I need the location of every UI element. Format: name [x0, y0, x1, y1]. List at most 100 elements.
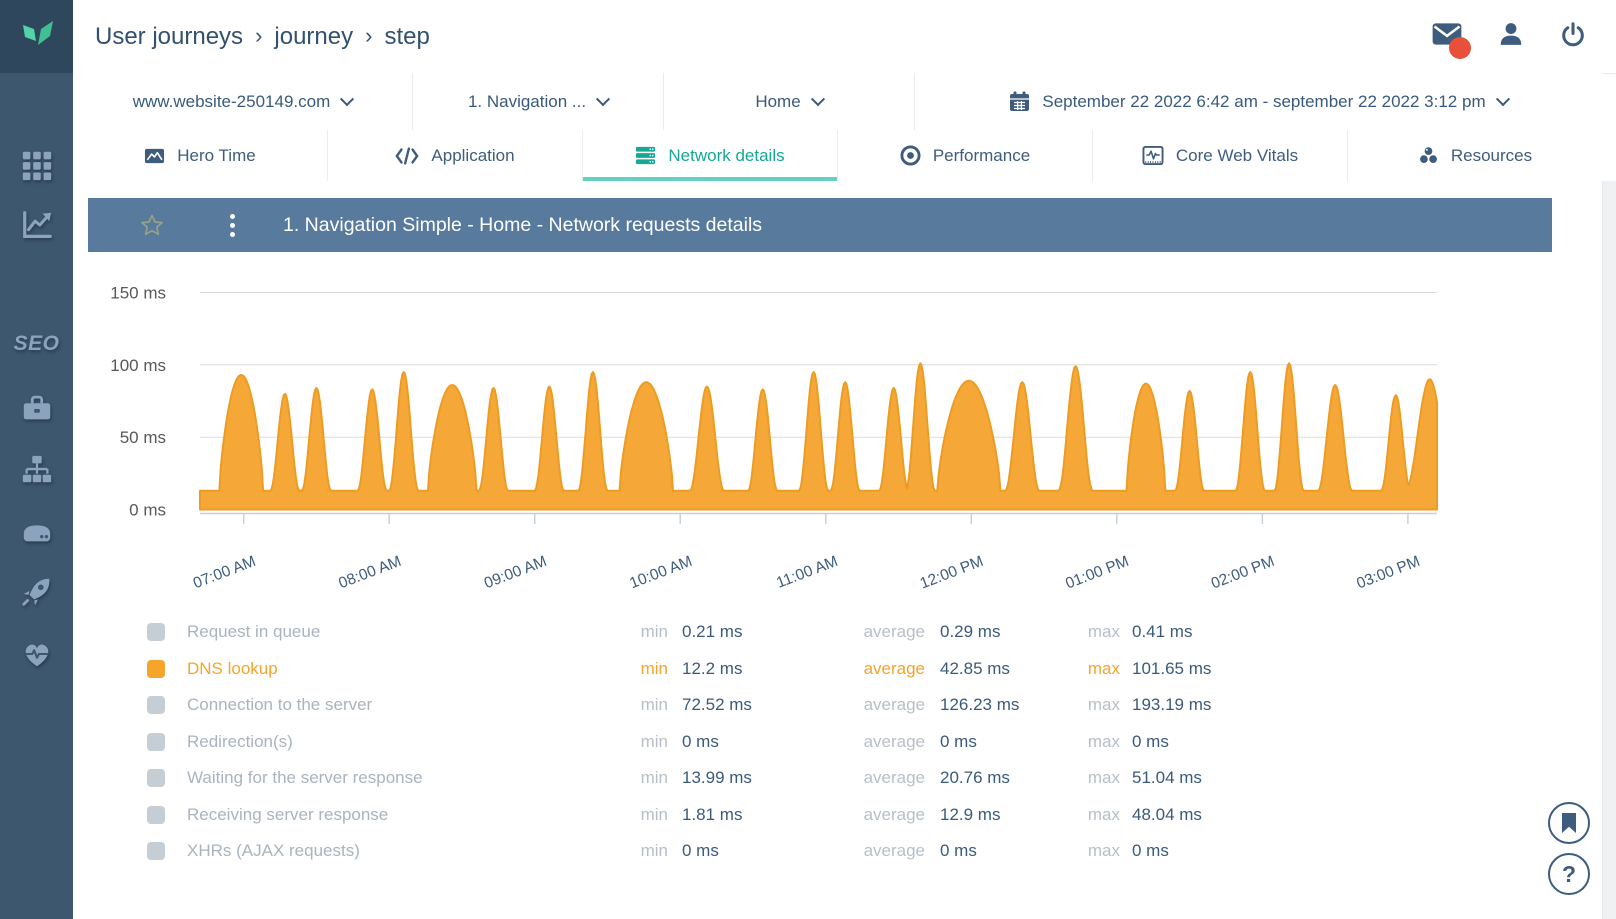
x-tick-label: 01:00 PM — [1063, 553, 1131, 593]
sidebar-item-health[interactable] — [0, 637, 73, 671]
code-icon — [395, 146, 419, 166]
max-label: max — [1060, 695, 1120, 715]
x-tick-label: 03:00 PM — [1354, 553, 1422, 593]
legend-row-request-in-queue: Request in queue min 0.21 ms average 0.2… — [73, 614, 1602, 651]
legend-swatch[interactable] — [147, 696, 165, 714]
legend-series-label[interactable]: Request in queue — [187, 622, 320, 642]
step-selector[interactable]: Home — [663, 73, 914, 130]
legend-swatch[interactable] — [147, 660, 165, 678]
scrollbar-track[interactable] — [1602, 181, 1616, 919]
legend-swatch[interactable] — [147, 733, 165, 751]
max-label: max — [1060, 841, 1120, 861]
average-label: average — [825, 695, 925, 715]
sidebar-item-sitemap[interactable] — [0, 453, 73, 487]
max-value: 48.04 ms — [1132, 805, 1202, 825]
journey-selector[interactable]: 1. Navigation ... — [412, 73, 663, 130]
legend-series-label[interactable]: DNS lookup — [187, 659, 278, 679]
x-tick-label: 09:00 AM — [482, 553, 549, 592]
legend-swatch[interactable] — [147, 769, 165, 787]
header: User journeys › journey › step — [73, 0, 1616, 74]
bookmark-button[interactable] — [1548, 802, 1590, 844]
tab-hero-time[interactable]: Hero Time — [73, 130, 327, 181]
sidebar-item-monitoring[interactable] — [0, 208, 73, 242]
min-value: 0 ms — [682, 841, 719, 861]
favorite-star-icon[interactable] — [140, 213, 164, 237]
min-value: 12.2 ms — [682, 659, 742, 679]
legend-series-label[interactable]: XHRs (AJAX requests) — [187, 841, 360, 861]
breadcrumb-user-journeys[interactable]: User journeys — [95, 23, 243, 51]
filter-bar: www.website-250149.com 1. Navigation ...… — [73, 73, 1602, 131]
average-value: 12.9 ms — [940, 805, 1000, 825]
sidebar-item-dashboards[interactable] — [0, 148, 73, 182]
tab-label: Hero Time — [177, 146, 255, 166]
max-value: 101.65 ms — [1132, 659, 1211, 679]
min-label: min — [598, 732, 668, 752]
breadcrumb-journey[interactable]: journey — [274, 23, 353, 51]
average-label: average — [825, 732, 925, 752]
min-label: min — [598, 805, 668, 825]
legend-series-label[interactable]: Redirection(s) — [187, 732, 293, 752]
notification-badge — [1449, 37, 1471, 59]
server-drive-icon — [20, 514, 54, 548]
website-selector[interactable]: www.website-250149.com — [73, 73, 412, 130]
help-button[interactable]: ? — [1548, 853, 1590, 895]
website-selector-value: www.website-250149.com — [133, 92, 330, 112]
legend-row-connection: Connection to the server min 72.52 ms av… — [73, 687, 1602, 724]
min-value: 0.21 ms — [682, 622, 742, 642]
min-label: min — [598, 768, 668, 788]
resources-cluster-icon — [1418, 145, 1439, 166]
y-tick-label: 150 ms — [110, 284, 166, 303]
y-tick-label: 100 ms — [110, 356, 166, 375]
calendar-icon — [1009, 91, 1030, 112]
help-label: ? — [1562, 861, 1576, 888]
chart-line-icon — [20, 208, 54, 242]
average-label: average — [825, 659, 925, 679]
legend-row-receiving: Receiving server response min 1.81 ms av… — [73, 797, 1602, 834]
messages-button[interactable] — [1432, 22, 1462, 51]
heart-pulse-icon — [20, 637, 54, 671]
average-label: average — [825, 622, 925, 642]
sidebar-item-rocket[interactable] — [0, 575, 73, 609]
sidebar-item-servers[interactable] — [0, 514, 73, 548]
tab-network-details[interactable]: Network details — [582, 130, 837, 181]
eye-target-icon — [900, 145, 921, 166]
date-range-value: September 22 2022 6:42 am - september 22… — [1042, 92, 1485, 112]
hero-image-icon — [144, 146, 165, 166]
sidebar-item-seo[interactable]: SEO — [0, 332, 73, 356]
breadcrumb-separator: › — [255, 23, 262, 49]
tab-core-web-vitals[interactable]: Core Web Vitals — [1092, 130, 1347, 181]
legend-swatch[interactable] — [147, 806, 165, 824]
x-tick-label: 12:00 PM — [918, 553, 986, 593]
brand-logo[interactable] — [0, 0, 73, 73]
briefcase-icon — [20, 391, 54, 425]
tab-performance[interactable]: Performance — [837, 130, 1092, 181]
card-menu-button[interactable] — [224, 212, 241, 239]
chart-title: 1. Navigation Simple - Home - Network re… — [283, 198, 762, 252]
max-label: max — [1060, 659, 1120, 679]
uptrends-leaf-logo — [15, 17, 59, 57]
legend-series-label[interactable]: Receiving server response — [187, 805, 388, 825]
legend-series-label[interactable]: Connection to the server — [187, 695, 372, 715]
tab-application[interactable]: Application — [327, 130, 582, 181]
tab-label: Resources — [1451, 146, 1532, 166]
chevron-down-icon — [1496, 92, 1510, 106]
max-label: max — [1060, 805, 1120, 825]
server-stack-icon — [635, 145, 656, 166]
chart-card-header: 1. Navigation Simple - Home - Network re… — [88, 198, 1552, 252]
legend-row-dns-lookup: DNS lookup min 12.2 ms average 42.85 ms … — [73, 651, 1602, 688]
date-range-selector[interactable]: September 22 2022 6:42 am - september 22… — [914, 73, 1602, 130]
x-tick-label: 02:00 PM — [1209, 553, 1277, 593]
legend-swatch[interactable] — [147, 842, 165, 860]
legend-series-label[interactable]: Waiting for the server response — [187, 768, 423, 788]
max-value: 0.41 ms — [1132, 622, 1192, 642]
tab-resources[interactable]: Resources — [1347, 130, 1602, 181]
logout-button[interactable] — [1560, 21, 1586, 52]
min-value: 0 ms — [682, 732, 719, 752]
sidebar-item-toolbox[interactable] — [0, 391, 73, 425]
tab-label: Application — [431, 146, 514, 166]
x-tick-label: 07:00 AM — [191, 553, 258, 592]
account-button[interactable] — [1498, 21, 1524, 52]
x-tick-label: 10:00 AM — [627, 553, 694, 592]
legend-swatch[interactable] — [147, 623, 165, 641]
max-value: 193.19 ms — [1132, 695, 1211, 715]
